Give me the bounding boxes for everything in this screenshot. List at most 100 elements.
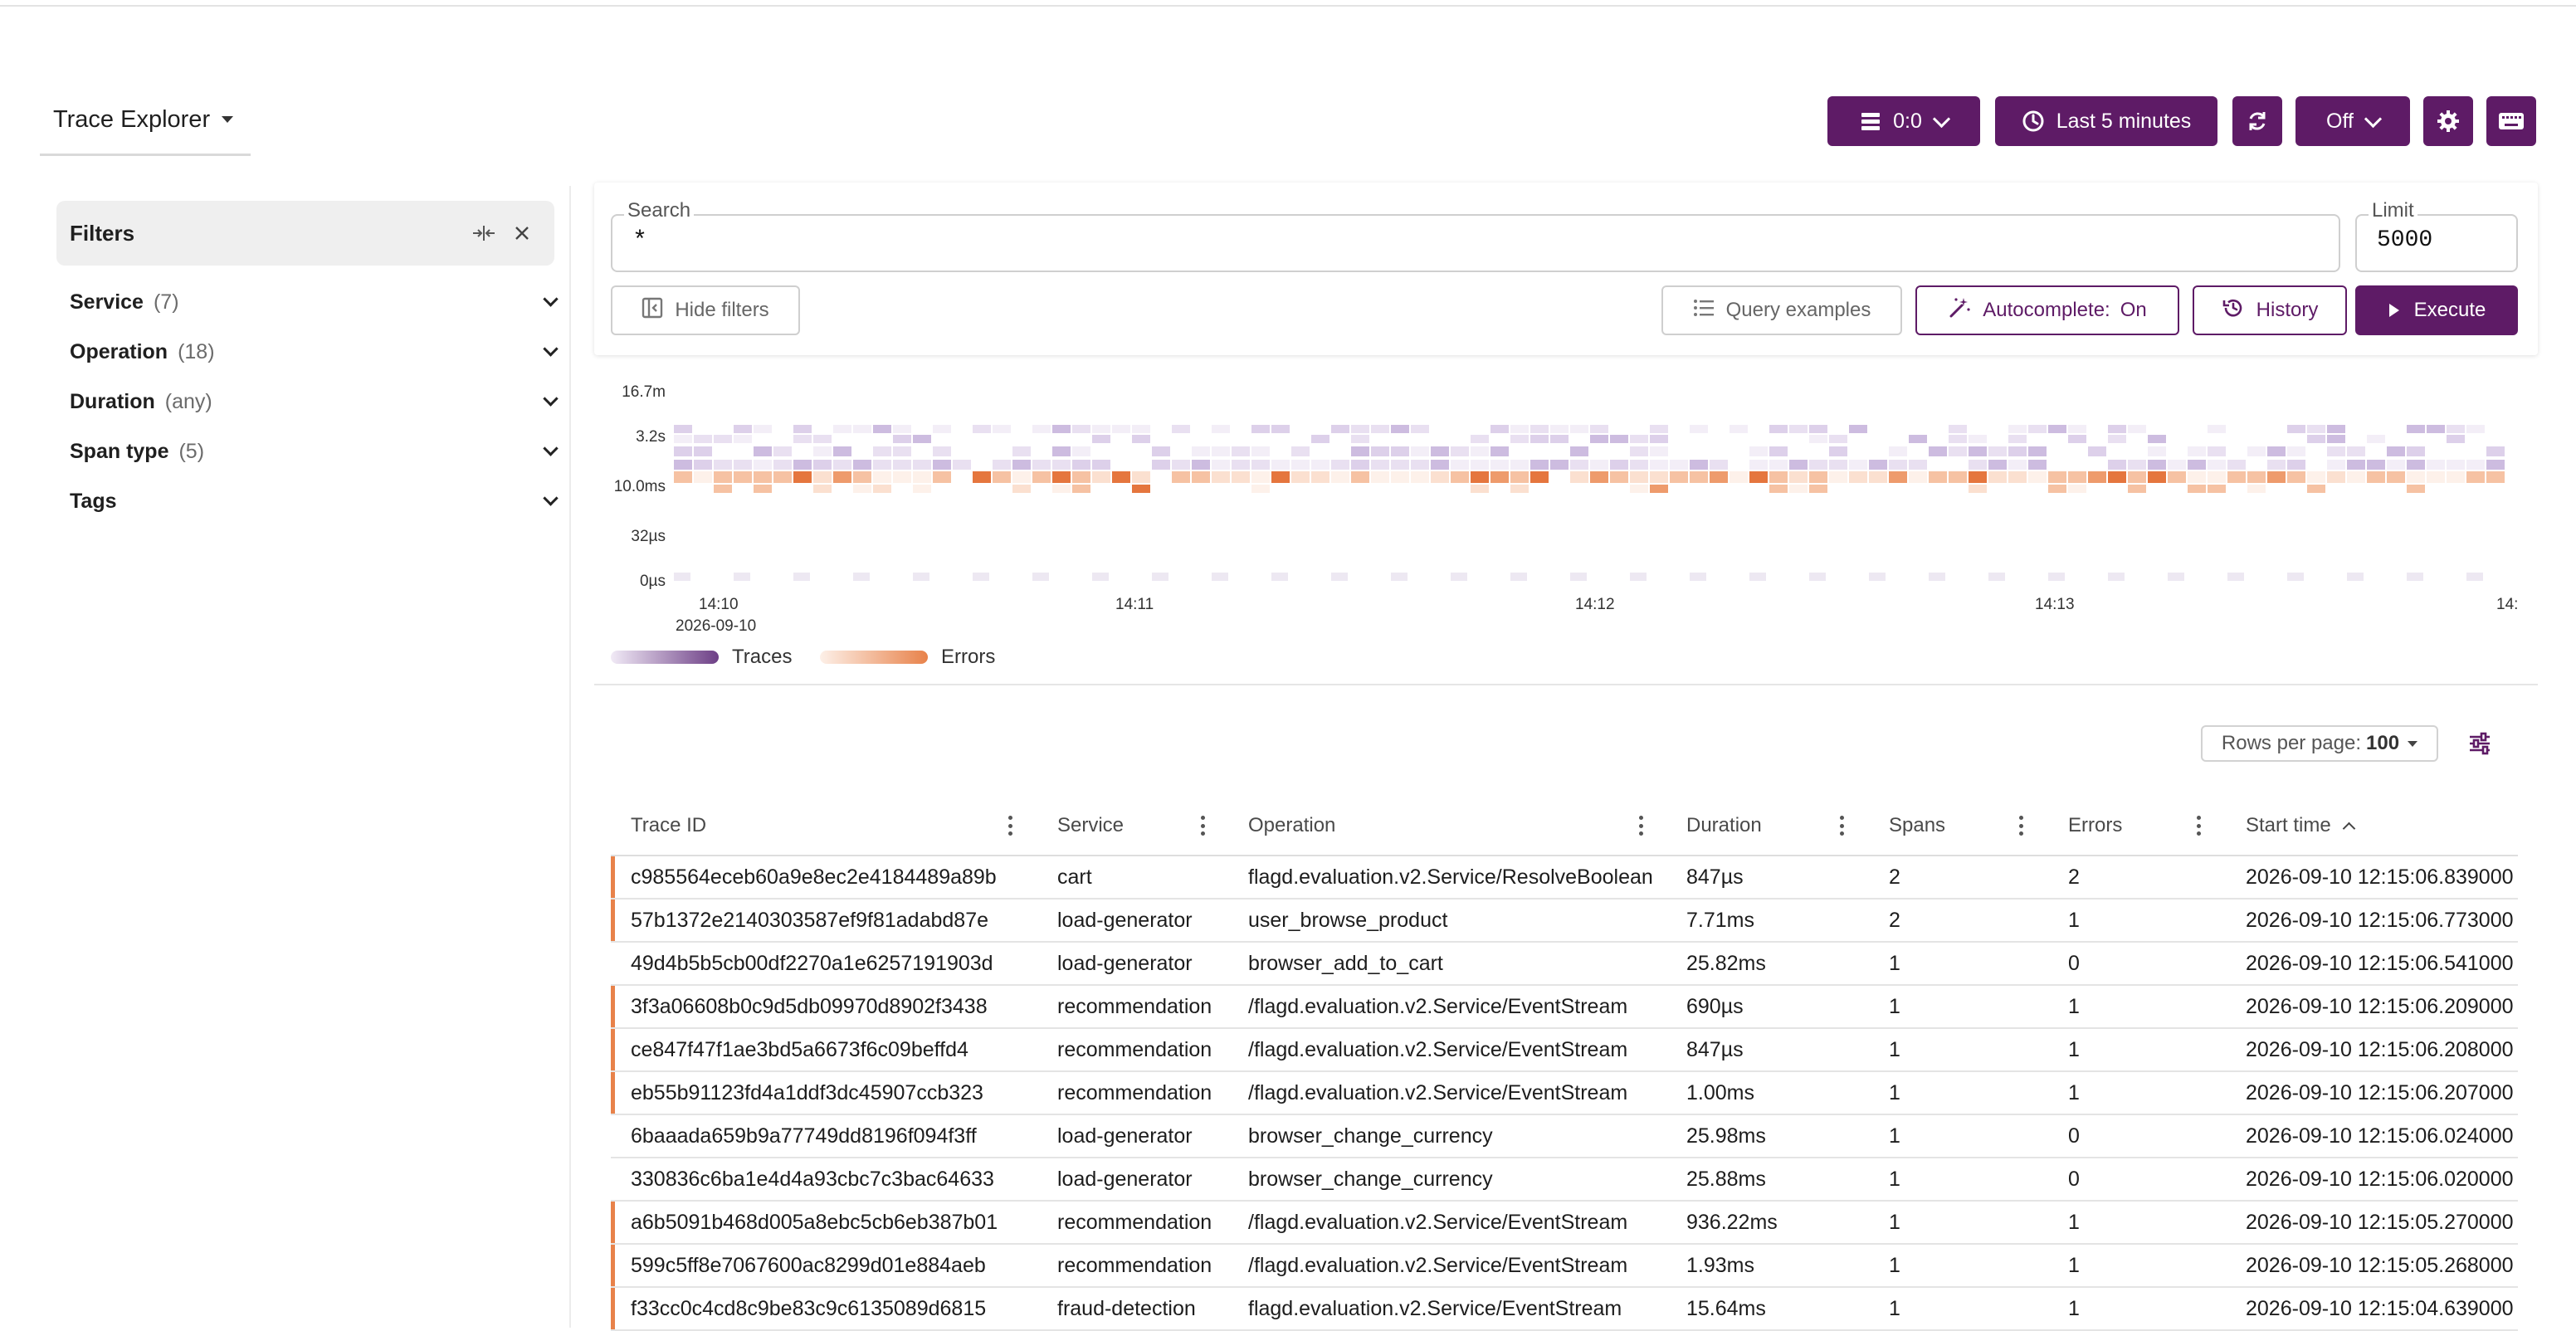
heatmap-cell[interactable] [1351,471,1369,483]
heatmap-cell[interactable] [1371,446,1389,456]
heatmap-cell[interactable] [2028,471,2047,483]
heatmap-cell[interactable] [1849,471,1867,483]
heatmap-cell[interactable] [1092,573,1109,581]
heatmap-cell[interactable] [1251,471,1270,483]
heatmap-cell[interactable] [1351,460,1369,470]
heatmap-cell[interactable] [2327,425,2345,433]
heatmap-cell[interactable] [1351,446,1369,456]
heatmap-cell[interactable] [873,471,891,483]
heatmap-cell[interactable] [773,471,792,483]
heatmap-cell[interactable] [1570,471,1588,483]
heatmap-cells[interactable] [672,383,2564,583]
heatmap-cell[interactable] [1570,573,1587,581]
heatmap-cell[interactable] [694,446,712,456]
heatmap-cell[interactable] [2028,446,2047,456]
heatmap-cell[interactable] [1471,485,1489,493]
heatmap-cell[interactable] [2068,485,2086,493]
heatmap-cell[interactable] [1012,446,1031,456]
heatmap-cell[interactable] [1809,485,1827,493]
datasource-button[interactable]: 0:0 [1827,96,1980,146]
heatmap-cell[interactable] [1949,425,1967,433]
heatmap-cell[interactable] [2008,446,2027,456]
heatmap-cell[interactable] [694,471,712,483]
heatmap-cell[interactable] [2267,446,2286,456]
heatmap-cell[interactable] [674,425,692,433]
heatmap-cell[interactable] [893,460,911,470]
heatmap-cell[interactable] [1949,471,1967,483]
history-button[interactable]: History [2193,285,2347,335]
heatmap-cell[interactable] [1471,460,1489,470]
rows-per-page-select[interactable]: Rows per page: 100 [2201,725,2438,762]
heatmap-cell[interactable] [1969,485,1987,493]
heatmap-cell[interactable] [1789,471,1808,483]
heatmap-cell[interactable] [793,425,812,433]
table-row[interactable]: a6b5091b468d005a8ebc5cb6eb387b01 recommen… [611,1202,2518,1245]
heatmap-cell[interactable] [1311,471,1329,483]
heatmap-cell[interactable] [1232,471,1250,483]
heatmap-cell[interactable] [2307,425,2325,433]
heatmap-cell[interactable] [1331,573,1348,581]
heatmap-cell[interactable] [873,446,891,456]
heatmap-cell[interactable] [2227,573,2244,581]
heatmap-cell[interactable] [1650,471,1668,483]
heatmap-cell[interactable] [773,460,792,470]
filter-duration[interactable]: Duration (any) [70,383,568,420]
column-menu-icon[interactable] [2017,813,2025,838]
heatmap-cell[interactable] [1690,425,1708,433]
query-examples-button[interactable]: Query examples [1661,285,1902,335]
heatmap-cell[interactable] [2068,471,2086,483]
heatmap-cell[interactable] [1749,460,1768,470]
heatmap-cell[interactable] [1530,460,1549,470]
heatmap-cell[interactable] [2008,471,2027,483]
heatmap-cell[interactable] [2008,460,2027,470]
limit-input[interactable]: Limit 5000 [2355,199,2518,272]
column-menu-icon[interactable] [1837,813,1846,838]
heatmap-cell[interactable] [1909,471,1927,483]
table-row[interactable]: 330836c6ba1e4d4a93cbc7c3bac64633 load-gen… [611,1158,2518,1202]
heatmap-cell[interactable] [1769,460,1788,470]
heatmap-cell[interactable] [1650,460,1668,470]
heatmap-cell[interactable] [1630,435,1648,443]
heatmap-cell[interactable] [1510,460,1529,470]
heatmap-cell[interactable] [1650,446,1668,456]
table-row[interactable]: ce847f47f1ae3bd5a6673f6c09beffd4 recommen… [611,1029,2518,1072]
filter-service[interactable]: Service (7) [70,284,568,320]
filter-span-type[interactable]: Span type (5) [70,433,568,470]
heatmap-cell[interactable] [813,471,832,483]
heatmap-cell[interactable] [1032,425,1051,433]
heatmap-cell[interactable] [1710,460,1728,470]
filter-tags[interactable]: Tags [70,483,568,519]
heatmap-cell[interactable] [1749,573,1766,581]
heatmap-cell[interactable] [674,573,690,581]
table-row[interactable]: eb55b91123fd4a1ddf3dc45907ccb323 recommen… [611,1072,2518,1115]
heatmap-cell[interactable] [1969,460,1987,470]
heatmap-cell[interactable] [1650,435,1668,443]
heatmap-cell[interactable] [2486,460,2505,470]
heatmap-cell[interactable] [1411,460,1429,470]
heatmap-cell[interactable] [1570,425,1588,433]
heatmap-cell[interactable] [1490,425,1509,433]
heatmap-cell[interactable] [1909,435,1927,443]
heatmap-cell[interactable] [1132,425,1150,433]
heatmap-cell[interactable] [1530,435,1549,443]
heatmap-cell[interactable] [1032,471,1051,483]
heatmap-cell[interactable] [1730,425,1748,433]
heatmap-cell[interactable] [1690,471,1708,483]
heatmap-cell[interactable] [1929,573,1945,581]
heatmap-cell[interactable] [793,471,812,483]
heatmap-cell[interactable] [694,460,712,470]
column-menu-icon[interactable] [1198,813,1207,838]
heatmap-cell[interactable] [2048,471,2066,483]
refresh-button[interactable] [2232,96,2282,146]
heatmap-cell[interactable] [2048,425,2066,433]
heatmap-cell[interactable] [2447,435,2465,443]
heatmap-cell[interactable] [1271,460,1290,470]
column-header-spans[interactable]: Spans [1889,797,1945,855]
heatmap-cell[interactable] [2168,460,2186,470]
heatmap-cell[interactable] [1291,460,1310,470]
heatmap-cell[interactable] [734,460,752,470]
heatmap-cell[interactable] [1232,446,1250,456]
heatmap-cell[interactable] [754,485,772,493]
heatmap-cell[interactable] [2267,460,2286,470]
heatmap-cell[interactable] [1829,471,1847,483]
